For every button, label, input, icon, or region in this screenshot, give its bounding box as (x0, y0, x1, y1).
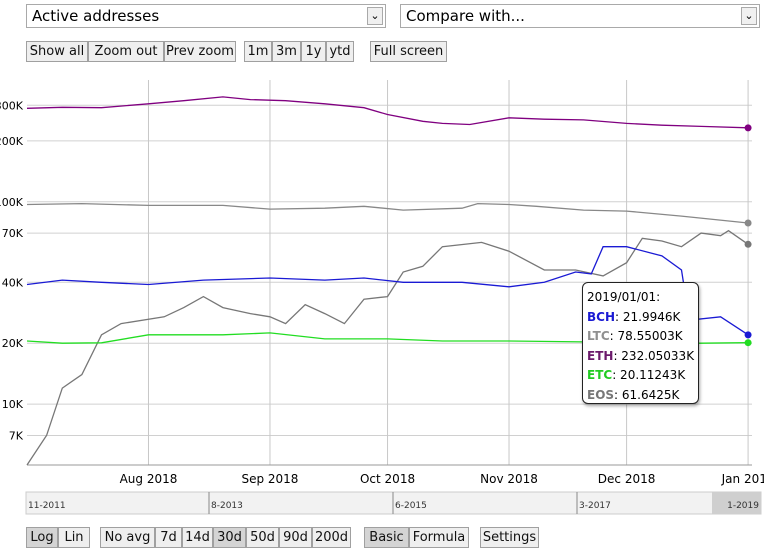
x-axis-ticks: Aug 2018 Sep 2018 Oct 2018 Nov 2018 Dec 2018… (120, 472, 764, 486)
tooltip-row-ltc: LTC: 78.55003K (587, 327, 698, 347)
y-tick-label: 200K (0, 135, 24, 148)
x-tick-label: Nov 2018 (480, 472, 538, 486)
tooltip-series-value: : 21.9946K (615, 309, 681, 324)
basic-mode-button[interactable]: Basic (364, 527, 409, 548)
x-tick-label: Sep 2018 (241, 472, 298, 486)
tooltip-row-etc: ETC: 20.11243K (587, 366, 698, 386)
tooltip-series-value: : 78.55003K (609, 329, 683, 343)
tooltip-row-eos: EOS: 61.6425K (587, 386, 698, 406)
series-end-marker-eos (744, 240, 752, 248)
series-end-marker-bch (744, 331, 752, 339)
tooltip-series-name: ETH (587, 348, 614, 363)
x-tick-label: Dec 2018 (598, 472, 656, 486)
navigator-label: 11-2011 (28, 501, 66, 511)
navigator-label: 6-2015 (395, 501, 427, 511)
y-axis-ticks: 7K 10K 20K 40K 70K 100K 200K 300K (0, 99, 24, 442)
chart-series (26, 96, 752, 466)
tooltip: 2019/01/01: BCH: 21.9946K LTC: 78.55003K E… (582, 282, 699, 404)
chart-grid (27, 80, 752, 466)
log-scale-button[interactable]: Log (26, 527, 58, 548)
avg-30d-button[interactable]: 30d (213, 527, 246, 548)
series-end-marker-ltc (744, 219, 752, 227)
y-tick-label: 7K (9, 429, 24, 442)
series-end-marker-eth (744, 124, 752, 132)
tooltip-series-value: : 232.05033K (613, 348, 695, 363)
chart[interactable]: 7K 10K 20K 40K 70K 100K 200K 300K Aug 2018 Sep 2… (0, 0, 764, 520)
tooltip-series-name: EOS (587, 387, 615, 402)
lin-scale-button[interactable]: Lin (58, 527, 90, 548)
y-tick-label: 100K (0, 196, 24, 209)
navigator-label: 8-2013 (211, 501, 243, 511)
tooltip-series-value: : 20.11243K (612, 368, 686, 382)
no-avg-button[interactable]: No avg (100, 527, 155, 548)
tooltip-series-name: ETC (587, 368, 613, 382)
y-tick-label: 300K (0, 99, 24, 112)
x-tick-label: Jan 2019 (721, 472, 764, 486)
y-tick-label: 20K (2, 337, 24, 350)
x-tick-label: Oct 2018 (360, 472, 415, 486)
settings-button[interactable]: Settings (480, 527, 539, 548)
tooltip-date: 2019/01/01: (587, 290, 661, 304)
tooltip-series-name: LTC (587, 329, 610, 343)
tooltip-series-value: : 61.6425K (614, 387, 680, 402)
y-tick-label: 10K (2, 398, 24, 411)
tooltip-series-name: BCH (587, 309, 615, 324)
avg-7d-button[interactable]: 7d (155, 527, 182, 548)
series-end-marker-etc (744, 339, 752, 347)
tooltip-row-bch: BCH: 21.9946K (587, 308, 698, 328)
y-tick-label: 40K (2, 276, 24, 289)
formula-mode-button[interactable]: Formula (409, 527, 469, 548)
avg-200d-button[interactable]: 200d (312, 527, 351, 548)
navigator: 11-2011 8-2013 6-2015 3-2017 1-2019 (25, 491, 762, 515)
y-tick-label: 70K (2, 227, 24, 240)
avg-50d-button[interactable]: 50d (246, 527, 279, 548)
avg-90d-button[interactable]: 90d (279, 527, 312, 548)
tooltip-row-eth: ETH: 232.05033K (587, 347, 698, 367)
avg-14d-button[interactable]: 14d (182, 527, 213, 548)
navigator-label: 3-2017 (579, 501, 611, 511)
navigator-label: 1-2019 (727, 501, 759, 511)
x-tick-label: Aug 2018 (120, 472, 178, 486)
